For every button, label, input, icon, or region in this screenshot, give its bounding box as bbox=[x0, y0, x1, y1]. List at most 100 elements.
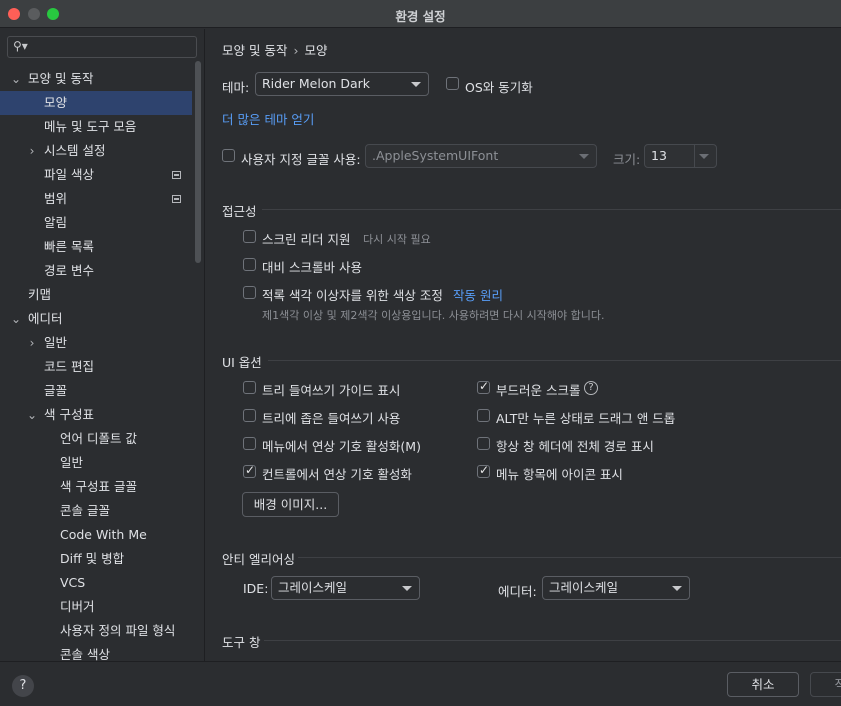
sidebar-scrollbar-thumb[interactable] bbox=[195, 61, 201, 263]
editor-antialias-dropdown[interactable]: 그레이스케일 bbox=[542, 576, 690, 600]
tree-item-appearance-behavior[interactable]: ⌄ 모양 및 동작 bbox=[0, 67, 192, 91]
tree-item-label: 디버거 bbox=[60, 599, 95, 614]
help-icon[interactable]: ? bbox=[584, 381, 598, 395]
tree-item-label: 언어 디폴트 값 bbox=[60, 431, 137, 446]
tree-item-editor[interactable]: ⌄ 에디터 bbox=[0, 307, 192, 331]
tree-item-label: 빠른 목록 bbox=[44, 239, 94, 254]
menu-mnemonics-label: 메뉴에서 연상 기호 활성화(M) bbox=[262, 439, 421, 454]
project-level-icon bbox=[172, 195, 181, 203]
tree-indent-guides-checkbox[interactable] bbox=[243, 381, 256, 394]
sync-os-checkbox[interactable] bbox=[446, 77, 459, 90]
dropdown-arrow-icon bbox=[672, 586, 682, 591]
section-divider bbox=[268, 360, 841, 361]
tree-item-menus-toolbars[interactable]: 메뉴 및 도구 모음 bbox=[0, 115, 192, 139]
compact-tree-indent-checkbox[interactable] bbox=[243, 409, 256, 422]
tree-item-quick-lists[interactable]: 빠른 목록 bbox=[0, 235, 192, 259]
dropdown-arrow-icon bbox=[699, 154, 709, 159]
theme-dropdown-value: Rider Melon Dark bbox=[262, 76, 371, 91]
tree-item-label: 색 구성표 글꼴 bbox=[60, 479, 137, 494]
apply-button[interactable]: 적용 bbox=[810, 672, 841, 697]
tree-item-label: 경로 변수 bbox=[44, 263, 94, 278]
full-path-header-label: 항상 창 헤더에 전체 경로 표시 bbox=[496, 439, 654, 454]
tree-item-file-colors[interactable]: 파일 색상 bbox=[0, 163, 192, 187]
tree-item-label: 시스템 설정 bbox=[44, 143, 106, 158]
tree-item-scheme-general[interactable]: 일반 bbox=[0, 451, 192, 475]
tree-item-font[interactable]: 글꼴 bbox=[0, 379, 192, 403]
control-mnemonics-checkbox[interactable] bbox=[243, 463, 256, 478]
breadcrumb-current: 모양 bbox=[304, 43, 328, 58]
cancel-button[interactable]: 취소 bbox=[727, 672, 799, 697]
tree-item-custom-file-types[interactable]: 사용자 정의 파일 형식 bbox=[0, 619, 192, 643]
custom-font-dropdown[interactable]: .AppleSystemUIFont bbox=[365, 144, 597, 168]
tree-item-scopes[interactable]: 범위 bbox=[0, 187, 192, 211]
contrast-scrollbars-checkbox[interactable] bbox=[243, 258, 256, 271]
tree-item-keymap[interactable]: 키맵 bbox=[0, 283, 192, 307]
tree-item-vcs[interactable]: VCS bbox=[0, 571, 192, 595]
control-mnemonics-label: 컨트롤에서 연상 기호 활성화 bbox=[262, 467, 412, 482]
smooth-scrolling-checkbox[interactable] bbox=[477, 379, 490, 394]
tree-item-scheme-font[interactable]: 색 구성표 글꼴 bbox=[0, 475, 192, 499]
breadcrumb-parent[interactable]: 모양 및 동작 bbox=[222, 43, 287, 58]
tree-item-path-variables[interactable]: 경로 변수 bbox=[0, 259, 192, 283]
tree-item-code-with-me[interactable]: Code With Me bbox=[0, 523, 192, 547]
tree-item-console-font[interactable]: 콘솔 글꼴 bbox=[0, 499, 192, 523]
tree-item-code-editing[interactable]: 코드 편집 bbox=[0, 355, 192, 379]
restart-required-hint: 다시 시작 필요 bbox=[363, 233, 431, 246]
screen-reader-checkbox[interactable] bbox=[243, 230, 256, 243]
menu-icons-checkbox[interactable] bbox=[477, 463, 490, 478]
sync-os-label: OS와 동기화 bbox=[465, 80, 533, 95]
help-button[interactable]: ? bbox=[12, 675, 34, 697]
alt-drag-drop-label: ALT만 누른 상태로 드래그 앤 드롭 bbox=[496, 411, 676, 426]
font-size-label: 크기: bbox=[613, 152, 641, 167]
search-icon: ⚲▾ bbox=[13, 39, 28, 53]
tree-item-debugger[interactable]: 디버거 bbox=[0, 595, 192, 619]
font-size-combo[interactable]: 13 bbox=[644, 144, 717, 168]
chevron-down-icon[interactable]: ⌄ bbox=[10, 307, 22, 331]
more-themes-link[interactable]: 더 많은 테마 얻기 bbox=[222, 109, 314, 128]
tree-indent-guides-label: 트리 들여쓰기 가이드 표시 bbox=[262, 383, 401, 398]
background-image-button[interactable]: 배경 이미지... bbox=[242, 492, 339, 517]
chevron-down-icon[interactable]: ⌄ bbox=[10, 67, 22, 91]
dropdown-arrow-icon bbox=[579, 154, 589, 159]
custom-font-checkbox[interactable] bbox=[222, 149, 235, 162]
menu-mnemonics-checkbox[interactable] bbox=[243, 437, 256, 450]
tree-item-label: 콘솔 글꼴 bbox=[60, 503, 110, 518]
ui-options-title: UI 옵션 bbox=[222, 355, 262, 370]
tree-item-notifications[interactable]: 알림 bbox=[0, 211, 192, 235]
tree-item-label: 사용자 정의 파일 형식 bbox=[60, 623, 176, 638]
tree-item-editor-general[interactable]: › 일반 bbox=[0, 331, 192, 355]
tree-item-appearance[interactable]: 모양 bbox=[0, 91, 192, 115]
tree-item-label: 모양 및 동작 bbox=[28, 71, 94, 86]
ide-antialias-dropdown[interactable]: 그레이스케일 bbox=[271, 576, 420, 600]
tree-item-label: Diff 및 병합 bbox=[60, 551, 125, 566]
tree-item-color-scheme[interactable]: ⌄ 색 구성표 bbox=[0, 403, 192, 427]
custom-font-value: .AppleSystemUIFont bbox=[372, 148, 499, 163]
ide-antialias-value: 그레이스케일 bbox=[278, 580, 348, 595]
accessibility-title: 접근성 bbox=[222, 204, 257, 219]
color-deficiency-checkbox[interactable] bbox=[243, 286, 256, 299]
how-it-works-link[interactable]: 작동 원리 bbox=[453, 285, 503, 304]
tree-item-console-colors[interactable]: 콘솔 색상 bbox=[0, 643, 192, 661]
breadcrumb-separator: › bbox=[293, 43, 299, 58]
tree-item-label: 에디터 bbox=[28, 311, 63, 326]
search-input[interactable]: ⚲▾ bbox=[7, 36, 197, 58]
chevron-right-icon[interactable]: › bbox=[26, 331, 38, 355]
tree-item-diff-merge[interactable]: Diff 및 병합 bbox=[0, 547, 192, 571]
tree-item-system-settings[interactable]: › 시스템 설정 bbox=[0, 139, 192, 163]
chevron-down-icon[interactable]: ⌄ bbox=[26, 403, 38, 427]
menu-icons-label: 메뉴 항목에 아이콘 표시 bbox=[496, 467, 623, 482]
tree-item-label: 코드 편집 bbox=[44, 359, 94, 374]
full-path-header-checkbox[interactable] bbox=[477, 437, 490, 450]
ide-antialias-label: IDE: bbox=[243, 581, 269, 596]
chevron-right-icon[interactable]: › bbox=[26, 139, 38, 163]
theme-dropdown[interactable]: Rider Melon Dark bbox=[255, 72, 429, 96]
tree-item-language-defaults[interactable]: 언어 디폴트 값 bbox=[0, 427, 192, 451]
editor-antialias-value: 그레이스케일 bbox=[549, 580, 619, 595]
tree-item-label: 글꼴 bbox=[44, 383, 68, 398]
theme-label: 테마: bbox=[222, 80, 250, 95]
window-title: 환경 설정 bbox=[395, 9, 446, 24]
tree-item-label: 키맵 bbox=[28, 287, 52, 302]
screen-reader-label: 스크린 리더 지원 bbox=[262, 232, 351, 247]
alt-drag-drop-checkbox[interactable] bbox=[477, 409, 490, 422]
compact-tree-indent-label: 트리에 좁은 들여쓰기 사용 bbox=[262, 411, 401, 426]
